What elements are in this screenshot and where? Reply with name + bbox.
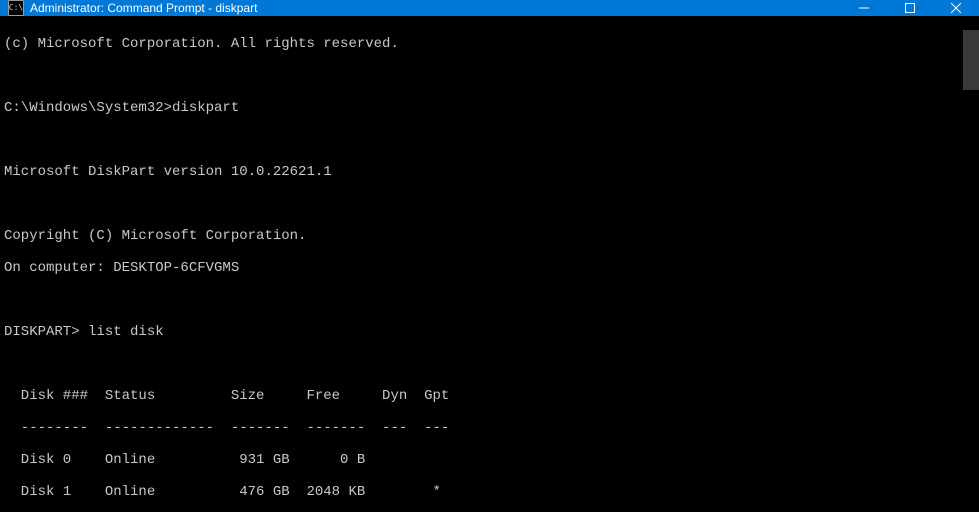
terminal-line: Microsoft DiskPart version 10.0.22621.1 [4,164,975,180]
titlebar[interactable]: C:\ Administrator: Command Prompt - disk… [0,0,979,16]
minimize-icon [859,3,869,13]
terminal-line: C:\Windows\System32>diskpart [4,100,975,116]
terminal-line: Disk ### Status Size Free Dyn Gpt [4,388,975,404]
terminal-line [4,292,975,308]
terminal-line [4,132,975,148]
terminal-line: (c) Microsoft Corporation. All rights re… [4,36,975,52]
window-title: Administrator: Command Prompt - diskpart [30,1,257,15]
terminal-line: On computer: DESKTOP-6CFVGMS [4,260,975,276]
close-button[interactable] [933,0,979,16]
terminal-output[interactable]: (c) Microsoft Corporation. All rights re… [0,16,979,512]
terminal-line [4,356,975,372]
terminal-line: -------- ------------- ------- ------- -… [4,420,975,436]
terminal-line: Disk 1 Online 476 GB 2048 KB * [4,484,975,500]
terminal-line: DISKPART> list disk [4,324,975,340]
maximize-button[interactable] [887,0,933,16]
terminal-line: Disk 0 Online 931 GB 0 B [4,452,975,468]
close-icon [951,3,961,13]
cmd-app-icon: C:\ [8,0,24,16]
vertical-scrollbar-thumb[interactable] [963,30,979,90]
terminal-line: Copyright (C) Microsoft Corporation. [4,228,975,244]
command-prompt-window: C:\ Administrator: Command Prompt - disk… [0,0,979,512]
terminal-line [4,68,975,84]
minimize-button[interactable] [841,0,887,16]
window-controls [841,0,979,16]
terminal-line [4,196,975,212]
maximize-icon [905,3,915,13]
